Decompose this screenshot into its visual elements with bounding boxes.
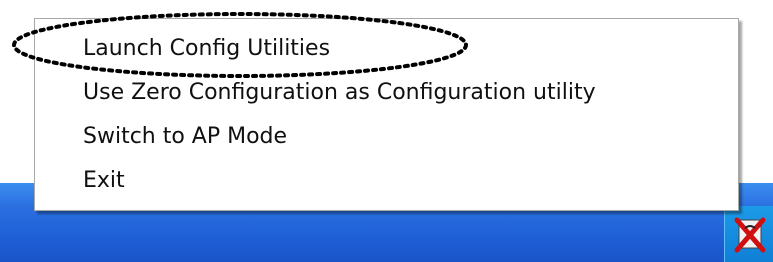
menu-item-exit[interactable]: Exit — [35, 159, 738, 203]
system-tray — [724, 206, 773, 262]
wireless-utility-icon[interactable] — [733, 214, 767, 254]
dotted-highlight-ellipse — [12, 12, 468, 78]
menu-item-switch-to-ap-mode[interactable]: Switch to AP Mode — [35, 115, 738, 159]
